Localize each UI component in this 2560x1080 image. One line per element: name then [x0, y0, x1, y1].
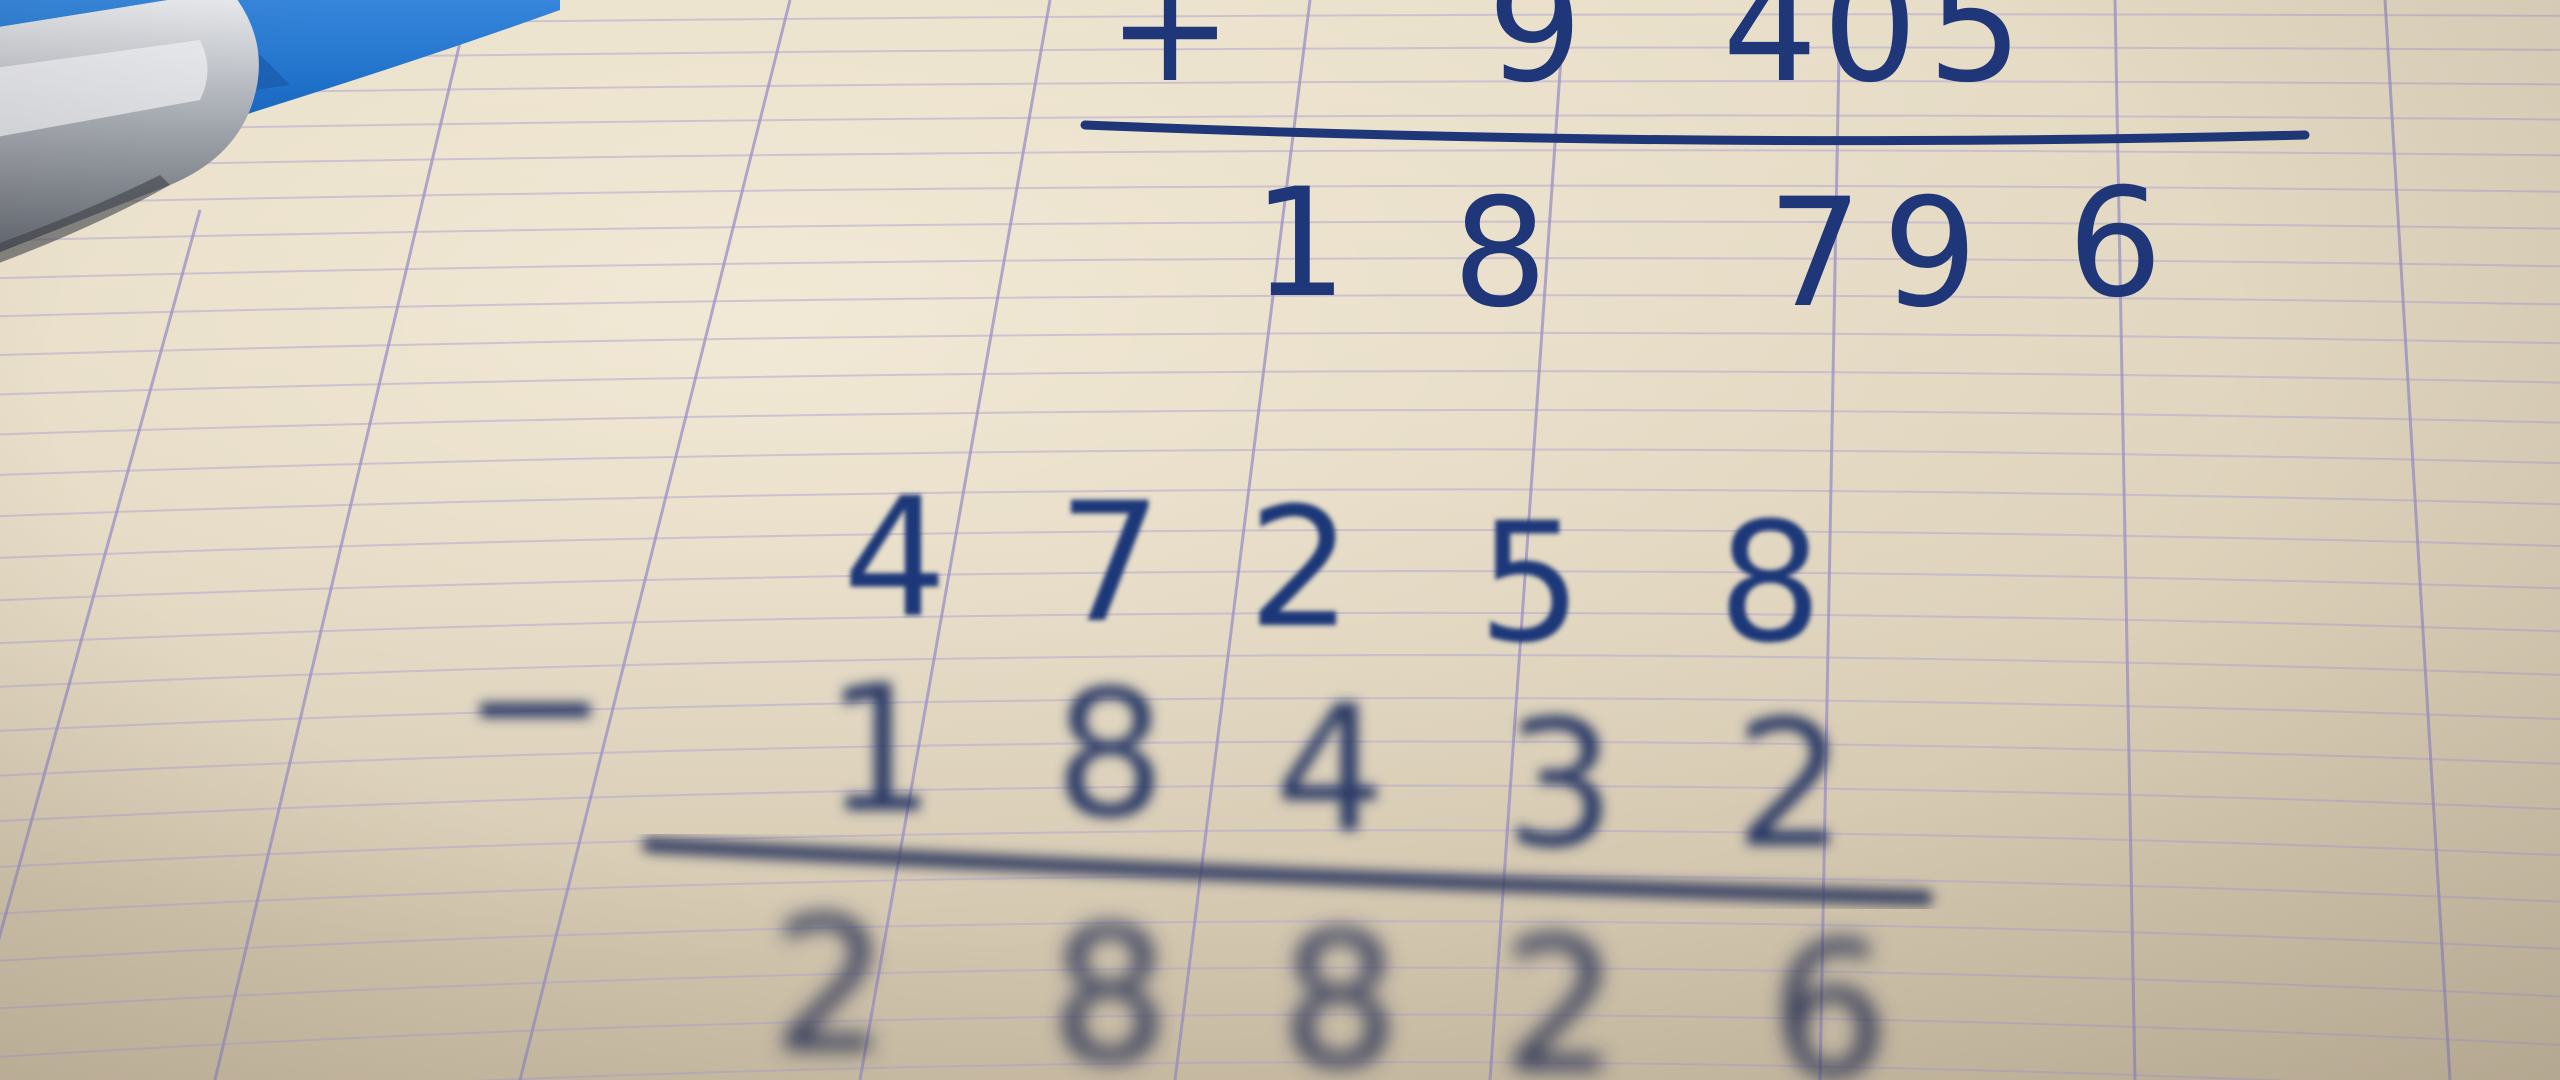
sum-underline — [1080, 120, 2310, 146]
subtrahend-digit: 1 — [824, 649, 935, 852]
minuend-digit: 4 — [843, 462, 948, 654]
grid-line — [0, 370, 2560, 396]
minuend-digit: 5 — [1478, 487, 1583, 679]
subtrahend-digit: 8 — [1054, 654, 1165, 857]
minuend-digit: 8 — [1718, 487, 1823, 679]
grid-line — [472, 1061, 2290, 1080]
addend-digit: 4 — [1722, 0, 1817, 116]
subtrahend-digit: 3 — [1504, 684, 1615, 887]
grid-line — [0, 920, 2560, 962]
sum-digit: 9 — [1882, 167, 1977, 341]
pen — [0, 0, 560, 263]
sum-digit: 8 — [1452, 167, 1547, 341]
difference-digit: 8 — [1051, 888, 1169, 1080]
sum-digit: 6 — [2067, 157, 2162, 331]
difference-digit: 8 — [1281, 893, 1399, 1080]
subtraction-problem: 4 7 2 5 8 − 1 8 4 3 2 2 8 8 2 6 — [462, 462, 1933, 1080]
difference-digit: 2 — [1501, 898, 1619, 1080]
addend-digit: 5 — [1927, 0, 2022, 116]
sum-digit: 1 — [1252, 157, 1347, 331]
addend-digit: 9 — [1487, 0, 1582, 116]
grid-line — [0, 966, 2560, 1010]
subtrahend-digit: 4 — [1274, 669, 1385, 872]
sum-digit: 7 — [1767, 167, 1862, 341]
subtrahend-digit: 2 — [1734, 684, 1845, 887]
grid-line — [0, 80, 2560, 98]
grid-line — [0, 409, 2560, 436]
minuend-digit: 7 — [1058, 467, 1163, 659]
photo-scene: + 9 4 0 5 1 8 7 9 6 4 7 2 5 8 − 1 8 4 3 … — [0, 0, 2560, 1080]
minus-sign: − — [462, 604, 609, 807]
addend-digit: 0 — [1822, 0, 1917, 116]
grid-paper: + 9 4 0 5 1 8 7 9 6 4 7 2 5 8 − 1 8 4 3 … — [0, 0, 2560, 1080]
plus-sign: + — [1107, 0, 1233, 116]
difference-digit: 6 — [1771, 903, 1889, 1080]
addition-problem: + 9 4 0 5 1 8 7 9 6 — [1080, 0, 2310, 341]
grid-line — [0, 1013, 2560, 1058]
minuend-row: 4 7 2 5 8 — [843, 462, 1823, 679]
difference-row: 2 8 8 2 6 — [771, 878, 1889, 1080]
minuend-digit: 2 — [1248, 472, 1353, 664]
grid-line — [0, 331, 2560, 357]
pen-clip — [0, 0, 259, 253]
difference-digit: 2 — [771, 878, 889, 1080]
